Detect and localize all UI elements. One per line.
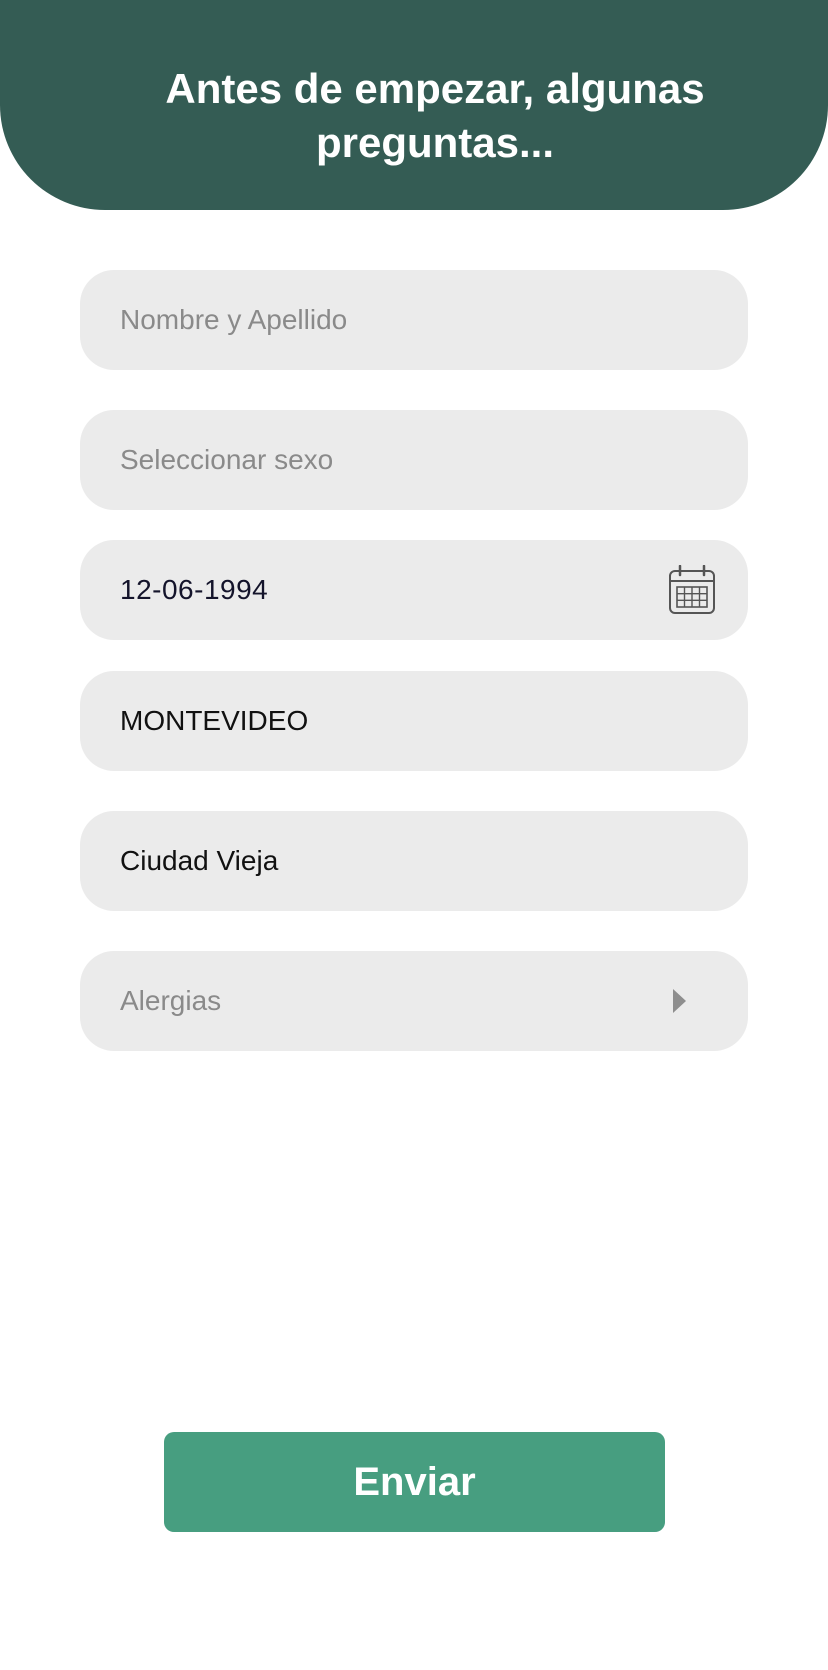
calendar-icon[interactable] [668,565,716,615]
allergies-field[interactable]: Alergias [80,951,748,1051]
header-banner: Antes de empezar, algunas preguntas... [0,0,828,210]
department-value: MONTEVIDEO [120,705,309,736]
submit-button-label: Enviar [353,1459,476,1504]
neighborhood-field[interactable]: Ciudad Vieja [80,811,748,911]
name-field[interactable] [80,270,748,370]
birthdate-field[interactable]: 12-06-1994 [80,540,748,640]
submit-button[interactable]: Enviar [164,1432,665,1532]
name-input[interactable] [120,304,640,336]
allergies-placeholder: Alergias [120,985,222,1016]
sex-select-placeholder: Seleccionar sexo [120,444,334,475]
caret-right-icon [673,989,686,1013]
sex-select[interactable]: Seleccionar sexo [80,410,748,510]
page-title: Antes de empezar, algunas preguntas... [165,65,705,166]
neighborhood-value: Ciudad Vieja [120,845,279,876]
department-field[interactable]: MONTEVIDEO [80,671,748,771]
birthdate-value: 12-06-1994 [120,574,269,605]
